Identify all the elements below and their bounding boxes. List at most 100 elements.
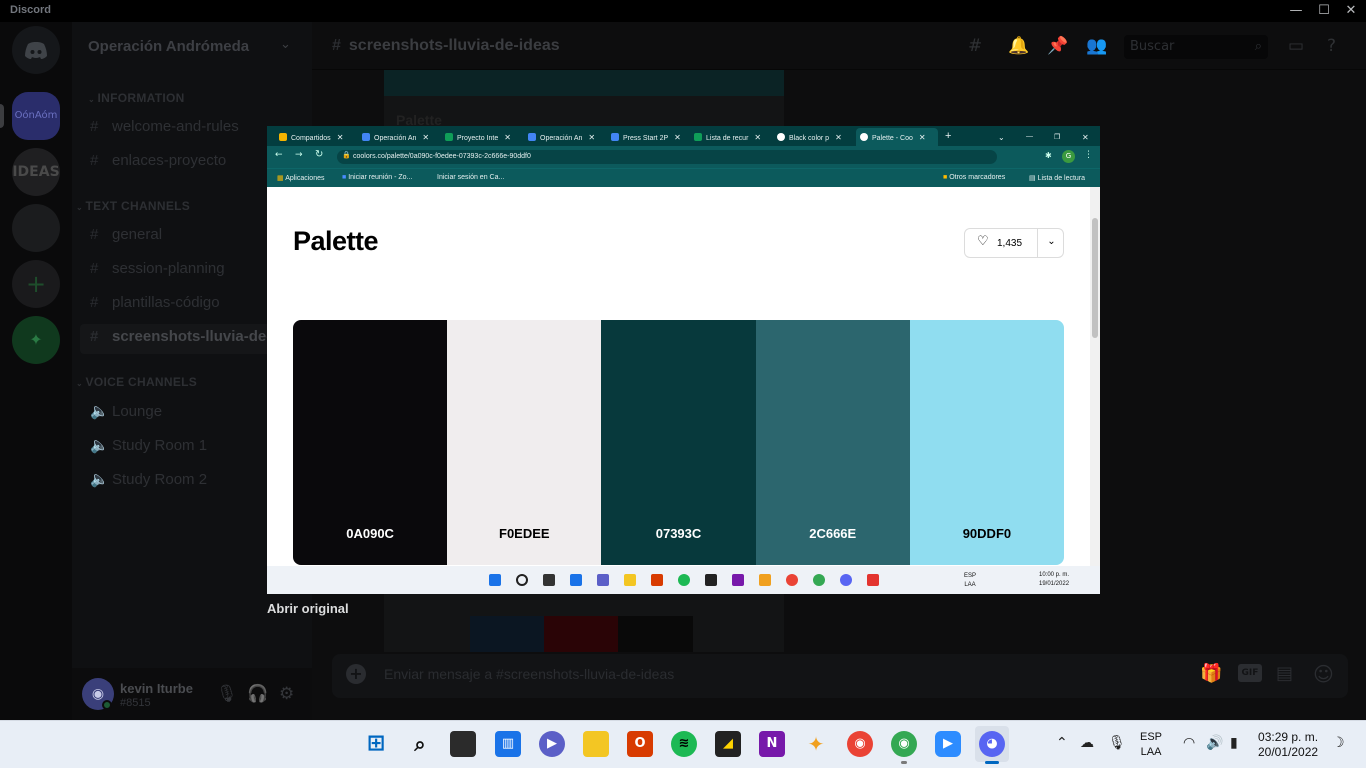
server-ideas[interactable]: IDEAS (12, 148, 60, 196)
microphone-icon[interactable]: 🎙 (1108, 735, 1126, 751)
tab-search-icon[interactable]: ⌄ (998, 128, 1005, 146)
menu-icon[interactable]: ⋮ (1084, 150, 1093, 160)
voice-study2[interactable]: 🔈 Study Room 2 (90, 470, 207, 488)
server-name[interactable]: Operación Andrómeda (88, 38, 249, 55)
browser-tab[interactable]: Press Start 2P ✕ (611, 128, 681, 146)
reload-icon[interactable]: ↻ (315, 149, 323, 160)
task-view-icon[interactable] (450, 731, 476, 757)
office-icon[interactable]: O (627, 731, 653, 757)
bookmark-reading-list[interactable]: ▤ Lista de lectura (1029, 174, 1085, 182)
widgets-icon[interactable]: ▥ (495, 731, 521, 757)
channel-screenshots[interactable]: # screenshots-lluvia-de-... (90, 328, 284, 345)
file-explorer-icon[interactable] (583, 731, 609, 757)
browser-tab[interactable]: Operación An ✕ (528, 128, 595, 146)
browser-tab[interactable]: Compartidos ✕ (279, 128, 343, 146)
bell-icon[interactable]: 🔔 (1008, 36, 1029, 56)
gear-icon[interactable]: ⚙ (279, 684, 294, 704)
bookmark-others[interactable]: ■ Otros marcadores (943, 174, 1005, 181)
bookmark-canvas[interactable]: Iniciar sesión en Ca... (437, 174, 504, 181)
search-icon[interactable]: ⌕ (407, 731, 433, 757)
like-button[interactable]: ♡ 1,435 ⌄ (964, 228, 1064, 258)
category-information[interactable]: ⌄ INFORMATION (88, 91, 185, 105)
spotify-icon[interactable]: ≋ (671, 731, 697, 757)
back-icon[interactable]: ← (275, 150, 283, 160)
swatch[interactable]: 07393C (601, 320, 756, 565)
close-button[interactable]: ✕ (1336, 0, 1366, 22)
server-andromeda[interactable]: OónAóm (12, 92, 60, 140)
swatch[interactable]: 90DDF0 (909, 320, 1064, 565)
swatch[interactable]: 0A090C (293, 320, 448, 565)
gif-button[interactable]: GIF (1238, 664, 1262, 682)
browser-minimize[interactable]: — (1026, 128, 1033, 146)
hash-icon: # (90, 226, 99, 243)
swatch[interactable]: F0EDEE (447, 320, 602, 565)
members-icon[interactable]: 👥 (1086, 36, 1107, 56)
extensions-icon[interactable]: ✱ (1045, 151, 1052, 160)
channel-welcome[interactable]: # welcome-and-rules (90, 118, 239, 135)
scrollbar-thumb[interactable] (1092, 218, 1098, 338)
browser-tab[interactable]: Lista de recur ✕ (694, 128, 761, 146)
bookmark-apps[interactable]: ▦ Aplicaciones (277, 174, 325, 182)
forward-icon[interactable]: → (295, 150, 303, 160)
chat-icon[interactable]: ▶ (539, 731, 565, 757)
hash-icon: # (90, 152, 99, 169)
add-server-button[interactable]: + (12, 260, 60, 308)
swatch[interactable]: 2C666E (755, 320, 910, 565)
chevron-up-icon[interactable]: ⌃ (1056, 735, 1068, 751)
emoji-icon[interactable]: ☺ (1313, 662, 1334, 686)
bookmark-zoom[interactable]: ■ Iniciar reunión - Zo... (342, 174, 412, 181)
channel-session[interactable]: # session-planning (90, 260, 225, 277)
channel-enlaces[interactable]: # enlaces-proyecto (90, 152, 226, 169)
microphone-icon[interactable]: 🎙 (216, 684, 238, 704)
onedrive-icon[interactable]: ☁ (1080, 735, 1094, 751)
discord-icon[interactable]: ◕ (979, 731, 1005, 757)
browser-tab-active[interactable]: Palette - Coo ✕ (860, 128, 926, 146)
channel-general[interactable]: # general (90, 226, 162, 243)
maximize-button[interactable]: ☐ (1309, 0, 1339, 22)
search-input[interactable]: Buscar ⌕ (1124, 35, 1268, 59)
browser-tab[interactable]: Black color p ✕ (777, 128, 842, 146)
explore-icon[interactable]: ✦ (12, 316, 60, 364)
browser-tab[interactable]: Proyecto Inte ✕ (445, 128, 511, 146)
threads-icon[interactable]: # (968, 36, 982, 56)
category-text[interactable]: ⌄ TEXT CHANNELS (76, 199, 190, 213)
lightbox-image[interactable]: Compartidos ✕ Operación An ✕ Proyecto Inte… (267, 126, 1100, 594)
headphones-icon[interactable]: 🎧 (247, 684, 268, 704)
open-original-link[interactable]: Abrir original (267, 601, 349, 616)
photos-icon[interactable]: ✦ (803, 731, 829, 757)
server-avatar[interactable] (12, 204, 60, 252)
message-input[interactable]: Enviar mensaje a #screenshots-lluvia-de-… (384, 666, 674, 682)
onenote-icon[interactable]: N (759, 731, 785, 757)
sticker-icon[interactable]: ▤ (1276, 663, 1293, 684)
category-voice[interactable]: ⌄ VOICE CHANNELS (76, 375, 197, 389)
chevron-down-icon[interactable]: ⌄ (1037, 229, 1065, 257)
zoom-icon[interactable]: ▶ (935, 731, 961, 757)
chrome-profile-icon[interactable]: ◉ (891, 731, 917, 757)
start-icon[interactable]: ⊞ (363, 731, 389, 757)
language-indicator[interactable]: ESP LAA (1140, 730, 1162, 760)
chevron-down-icon[interactable]: ⌄ (280, 37, 291, 52)
battery-icon[interactable]: ▮ (1230, 735, 1238, 751)
upload-button[interactable]: + (346, 664, 366, 684)
new-tab-button[interactable]: + (945, 128, 951, 146)
volume-icon[interactable]: 🔊 (1206, 735, 1223, 751)
focus-assist-icon[interactable]: ☽ (1332, 735, 1345, 751)
voice-study1[interactable]: 🔈 Study Room 1 (90, 436, 207, 454)
voice-lounge[interactable]: 🔈 Lounge (90, 402, 162, 420)
profile-avatar[interactable]: G (1062, 150, 1075, 163)
gift-icon[interactable]: 🎁 (1200, 663, 1222, 684)
clock[interactable]: 03:29 p. m. 20/01/2022 (1258, 730, 1318, 760)
browser-close[interactable]: ✕ (1082, 128, 1089, 146)
pin-icon[interactable]: 📌 (1047, 36, 1068, 56)
inbox-icon[interactable]: ▭ (1288, 36, 1304, 56)
discord-home-icon[interactable] (12, 26, 60, 74)
wifi-icon[interactable]: ◠ (1183, 735, 1195, 751)
help-icon[interactable]: ? (1327, 36, 1336, 56)
browser-tab[interactable]: Operación An ✕ (362, 128, 429, 146)
sticky-notes-icon[interactable]: ◢ (715, 731, 741, 757)
minimize-button[interactable]: — (1281, 0, 1311, 22)
url-field[interactable]: coolors.co/palette/0a090c-f0edee-07393c-… (337, 150, 997, 164)
chrome-icon[interactable]: ◉ (847, 731, 873, 757)
browser-maximize[interactable]: ❐ (1054, 128, 1060, 146)
channel-plantillas[interactable]: # plantillas-código (90, 294, 220, 311)
